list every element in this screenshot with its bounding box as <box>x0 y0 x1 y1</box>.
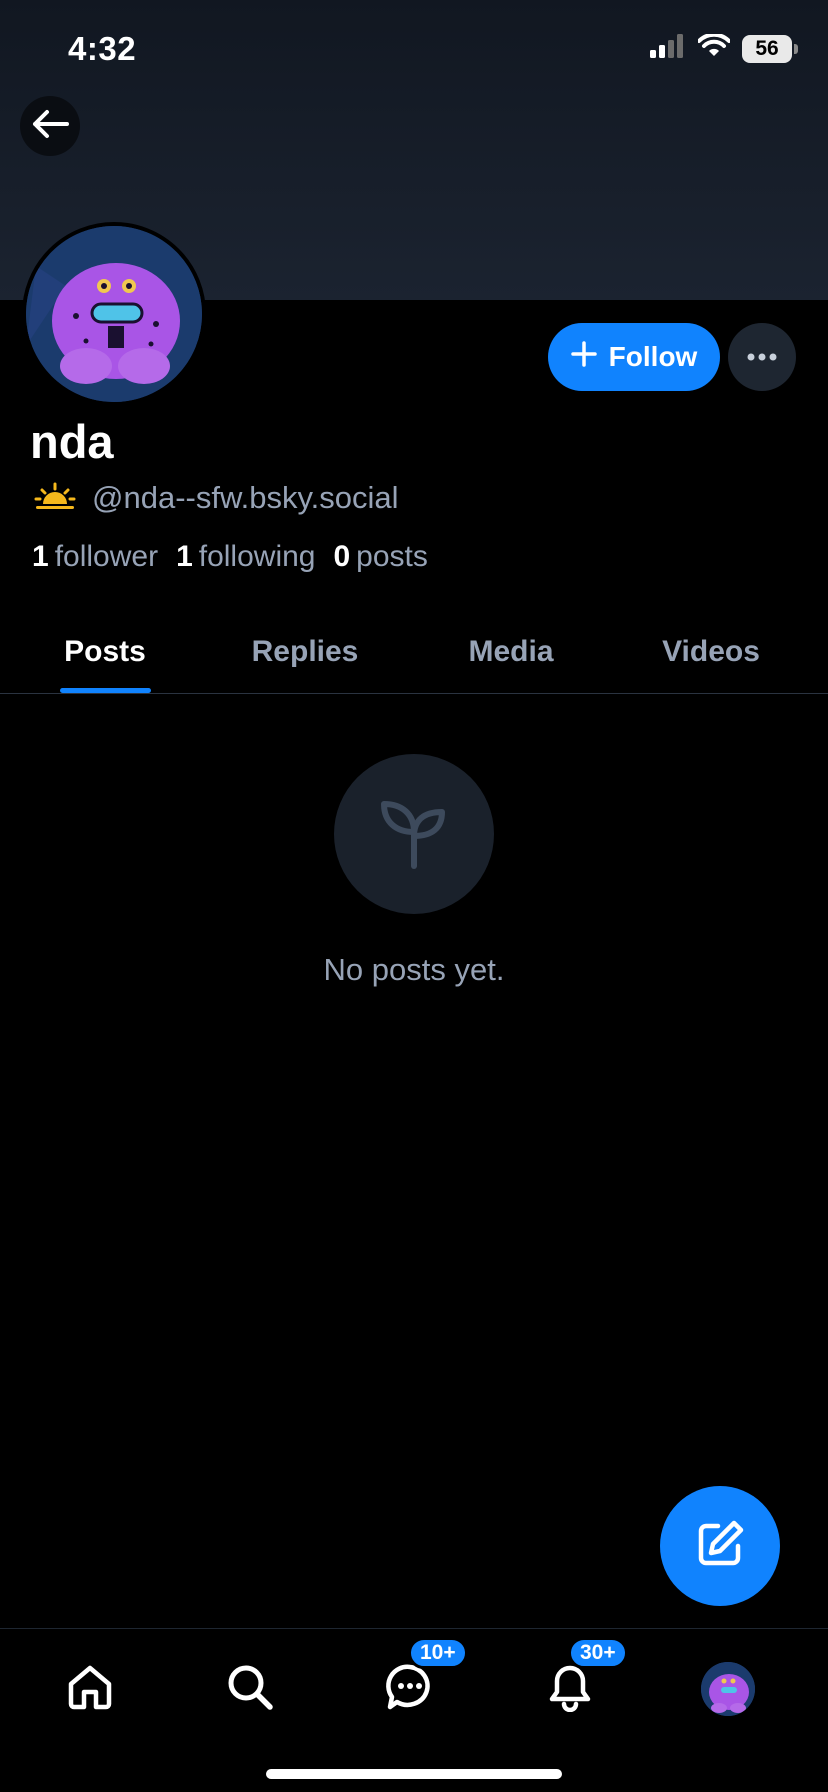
profile-avatar[interactable] <box>22 222 206 406</box>
follow-button[interactable]: Follow <box>548 323 720 391</box>
wifi-icon <box>697 32 731 63</box>
tab-media[interactable]: Media <box>446 610 576 694</box>
empty-state-text: No posts yet. <box>323 952 505 987</box>
back-button[interactable] <box>20 96 80 156</box>
handle-row: @nda--sfw.bsky.social <box>34 480 399 516</box>
bottom-navigation: 10+ 30+ <box>0 1628 828 1792</box>
profile-stats: 1 follower 1 following 0 posts <box>32 540 428 574</box>
notifications-badge: 30+ <box>568 1637 628 1669</box>
search-icon <box>225 1662 275 1717</box>
nav-search[interactable] <box>220 1659 280 1719</box>
posts-count: 0 <box>333 540 351 573</box>
status-indicators: 56 <box>650 32 798 63</box>
sun-icon <box>34 482 76 515</box>
posts-label: posts <box>356 540 428 573</box>
profile-handle: @nda--sfw.bsky.social <box>92 480 399 515</box>
followers-count: 1 <box>32 540 49 573</box>
more-options-button[interactable] <box>728 323 796 391</box>
following-stat[interactable]: 1 following <box>176 540 315 574</box>
nav-notifications[interactable]: 30+ <box>540 1637 628 1719</box>
battery-indicator: 56 <box>742 34 798 63</box>
followers-label: follower <box>54 540 159 573</box>
nav-chat[interactable]: 10+ <box>380 1637 468 1719</box>
bell-icon <box>545 1662 595 1717</box>
home-icon <box>65 1662 115 1717</box>
signal-icon <box>650 34 686 63</box>
nav-home[interactable] <box>60 1659 120 1719</box>
tab-videos[interactable]: Videos <box>646 610 776 694</box>
home-indicator <box>266 1769 562 1779</box>
follow-label: Follow <box>608 341 698 372</box>
profile-tabs: Posts Replies Media Videos <box>0 610 828 694</box>
chat-badge: 10+ <box>408 1637 468 1669</box>
ellipsis-icon <box>747 348 777 366</box>
compose-icon <box>694 1518 746 1575</box>
posts-stat: 0 posts <box>333 540 427 574</box>
chat-icon <box>385 1662 435 1717</box>
seedling-icon <box>374 792 454 877</box>
status-time: 4:32 <box>68 30 137 67</box>
compose-button[interactable] <box>660 1486 780 1606</box>
tab-replies[interactable]: Replies <box>240 610 370 694</box>
nav-profile[interactable] <box>698 1659 758 1719</box>
tab-posts[interactable]: Posts <box>40 610 170 694</box>
active-tab-indicator <box>60 688 151 693</box>
following-label: following <box>198 540 316 573</box>
arrow-left-icon <box>31 109 69 144</box>
empty-state-icon-circle <box>334 754 494 914</box>
plus-icon <box>570 340 597 374</box>
followers-stat[interactable]: 1 follower <box>32 540 158 574</box>
status-bar: 4:32 56 <box>0 0 828 100</box>
profile-display-name: nda <box>30 415 114 468</box>
nav-profile-avatar <box>701 1662 755 1716</box>
following-count: 1 <box>176 540 193 573</box>
